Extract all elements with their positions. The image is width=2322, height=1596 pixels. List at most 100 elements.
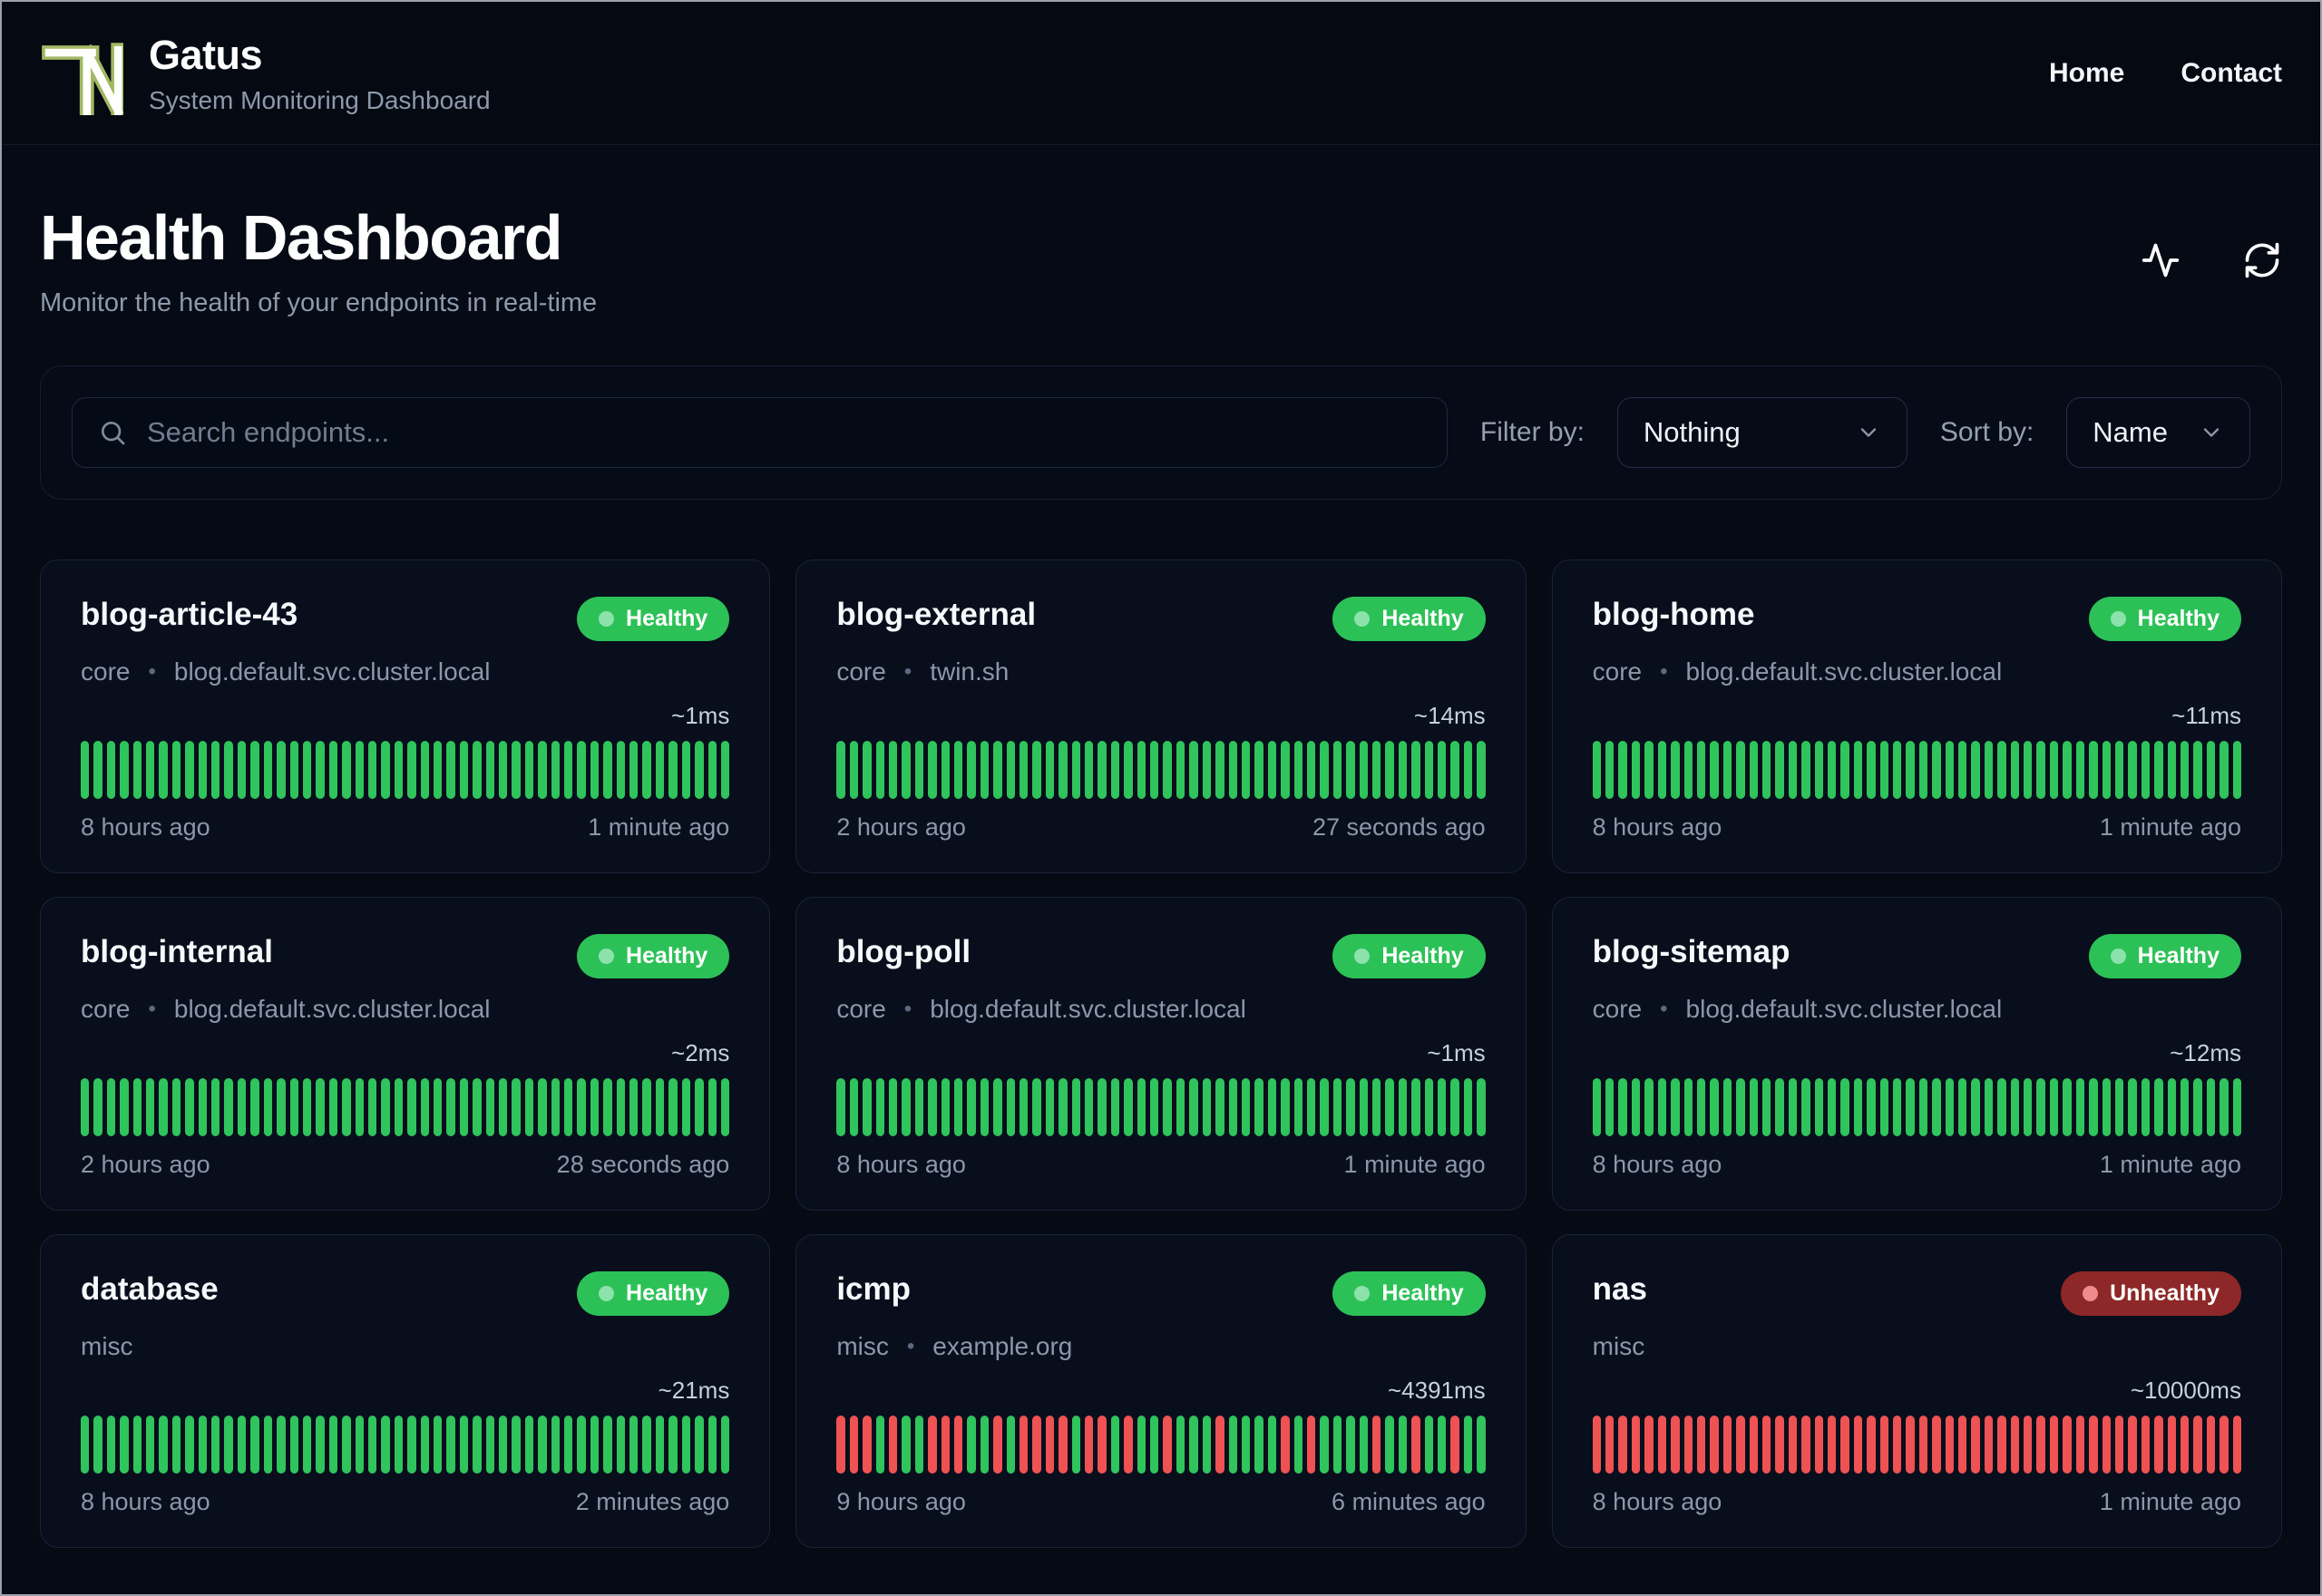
status-bar[interactable] xyxy=(473,741,482,799)
status-bar[interactable] xyxy=(1906,1078,1915,1136)
status-bar[interactable] xyxy=(2102,1416,2111,1474)
status-bar[interactable] xyxy=(1071,1416,1081,1474)
status-bar[interactable] xyxy=(2010,741,2020,799)
status-bar[interactable] xyxy=(106,741,116,799)
status-bar[interactable] xyxy=(367,1416,377,1474)
status-bar[interactable] xyxy=(1958,1078,1967,1136)
status-bar[interactable] xyxy=(655,1416,665,1474)
status-bar[interactable] xyxy=(616,1078,626,1136)
status-bar[interactable] xyxy=(695,1416,704,1474)
status-bar[interactable] xyxy=(381,741,390,799)
activity-pulse-icon[interactable] xyxy=(2141,240,2181,280)
status-bar[interactable] xyxy=(1696,1416,1706,1474)
status-bar[interactable] xyxy=(1424,1078,1434,1136)
status-bar[interactable] xyxy=(1722,741,1732,799)
status-bar[interactable] xyxy=(1385,741,1394,799)
status-bar[interactable] xyxy=(1059,1078,1068,1136)
status-bar[interactable] xyxy=(1736,1416,1745,1474)
status-bar[interactable] xyxy=(603,1078,612,1136)
status-bar[interactable] xyxy=(1215,1078,1224,1136)
status-bar[interactable] xyxy=(2154,741,2163,799)
status-bar[interactable] xyxy=(1971,1078,1980,1136)
status-bar[interactable] xyxy=(642,741,651,799)
status-bar[interactable] xyxy=(1477,1078,1486,1136)
status-bar[interactable] xyxy=(1631,741,1641,799)
status-bar[interactable] xyxy=(1032,741,1041,799)
status-bar[interactable] xyxy=(1867,1416,1876,1474)
status-bar[interactable] xyxy=(2206,1078,2216,1136)
status-bar[interactable] xyxy=(875,1416,884,1474)
status-bar[interactable] xyxy=(1945,1078,1955,1136)
status-bar[interactable] xyxy=(459,1416,469,1474)
status-bar[interactable] xyxy=(1696,1078,1706,1136)
endpoint-card[interactable]: blog-external Healthy core • twin.sh ~14… xyxy=(795,560,1527,873)
status-bar[interactable] xyxy=(1189,1416,1198,1474)
status-bar[interactable] xyxy=(1683,741,1693,799)
status-bar[interactable] xyxy=(1071,1078,1081,1136)
status-bar[interactable] xyxy=(1398,1078,1408,1136)
endpoint-card[interactable]: blog-sitemap Healthy core • blog.default… xyxy=(1551,897,2282,1211)
status-bar[interactable] xyxy=(1059,1416,1068,1474)
status-bar[interactable] xyxy=(1814,1416,1823,1474)
status-bar[interactable] xyxy=(1801,741,1810,799)
filter-select[interactable]: Nothing xyxy=(1616,397,1907,468)
status-bar[interactable] xyxy=(993,1416,1002,1474)
status-bar[interactable] xyxy=(695,741,704,799)
status-bar[interactable] xyxy=(1438,1416,1447,1474)
status-bar[interactable] xyxy=(224,741,233,799)
status-bar[interactable] xyxy=(1722,1078,1732,1136)
status-bar[interactable] xyxy=(1932,1416,1941,1474)
status-bar[interactable] xyxy=(1710,1416,1719,1474)
status-bar[interactable] xyxy=(655,741,665,799)
status-bar[interactable] xyxy=(302,1078,312,1136)
status-bar[interactable] xyxy=(928,1078,937,1136)
nav-link-contact[interactable]: Contact xyxy=(2181,58,2282,89)
status-bar[interactable] xyxy=(1359,1078,1368,1136)
status-bar[interactable] xyxy=(1163,1416,1172,1474)
status-bar[interactable] xyxy=(146,741,155,799)
status-bar[interactable] xyxy=(941,1078,950,1136)
status-bar[interactable] xyxy=(1827,1078,1837,1136)
status-bar[interactable] xyxy=(1215,741,1224,799)
status-bar[interactable] xyxy=(720,741,730,799)
status-bar[interactable] xyxy=(836,1416,845,1474)
endpoint-card[interactable]: blog-poll Healthy core • blog.default.sv… xyxy=(795,897,1527,1211)
status-bar[interactable] xyxy=(2063,1078,2072,1136)
status-bar[interactable] xyxy=(695,1078,704,1136)
status-bar[interactable] xyxy=(2089,741,2098,799)
status-bar[interactable] xyxy=(2206,1416,2216,1474)
status-bar[interactable] xyxy=(1749,1416,1758,1474)
status-bar[interactable] xyxy=(512,1078,521,1136)
status-bar[interactable] xyxy=(2075,1078,2085,1136)
status-bar[interactable] xyxy=(499,1078,508,1136)
status-bar[interactable] xyxy=(159,741,168,799)
status-bar[interactable] xyxy=(1644,1416,1654,1474)
status-bar[interactable] xyxy=(1228,741,1237,799)
status-bar[interactable] xyxy=(2102,741,2111,799)
status-bar[interactable] xyxy=(707,1416,717,1474)
status-bar[interactable] xyxy=(2049,741,2059,799)
status-bar[interactable] xyxy=(1867,741,1876,799)
status-bar[interactable] xyxy=(1788,1416,1798,1474)
status-bar[interactable] xyxy=(941,1416,950,1474)
status-bar[interactable] xyxy=(1110,1416,1120,1474)
status-bar[interactable] xyxy=(524,1416,534,1474)
refresh-icon[interactable] xyxy=(2242,240,2282,280)
status-bar[interactable] xyxy=(1398,1416,1408,1474)
status-bar[interactable] xyxy=(1984,1416,1994,1474)
status-bar[interactable] xyxy=(1346,1078,1355,1136)
status-bar[interactable] xyxy=(2141,1416,2151,1474)
status-bar[interactable] xyxy=(980,741,990,799)
status-bar[interactable] xyxy=(316,1078,325,1136)
status-bar[interactable] xyxy=(342,1078,351,1136)
status-bar[interactable] xyxy=(967,1416,976,1474)
status-bar[interactable] xyxy=(499,741,508,799)
status-bar[interactable] xyxy=(1267,1416,1277,1474)
status-bar[interactable] xyxy=(707,1078,717,1136)
status-bar[interactable] xyxy=(1020,1078,1029,1136)
status-bar[interactable] xyxy=(1775,1078,1784,1136)
status-bar[interactable] xyxy=(1592,1078,1602,1136)
status-bar[interactable] xyxy=(720,1078,730,1136)
status-bar[interactable] xyxy=(564,1078,573,1136)
status-bar[interactable] xyxy=(328,1078,338,1136)
